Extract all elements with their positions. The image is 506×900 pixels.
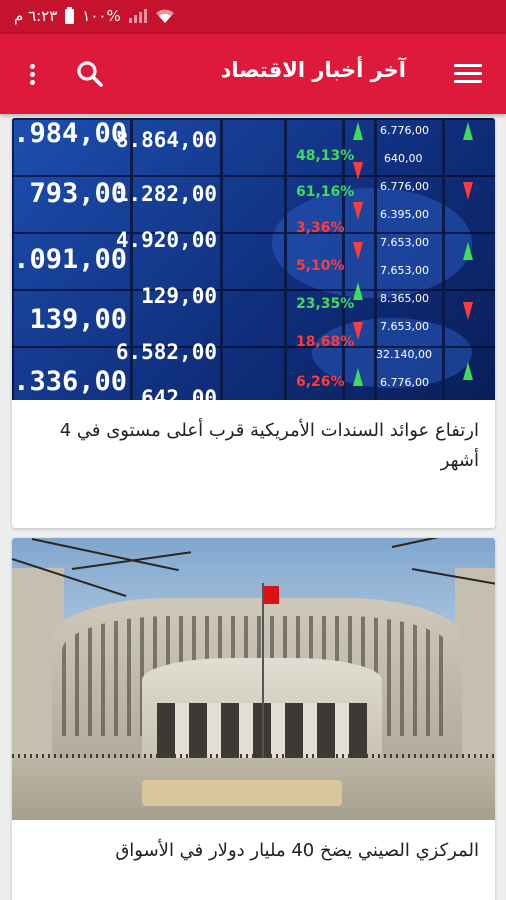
board-percent: 5,10% bbox=[296, 258, 345, 274]
board-value: 139,00 bbox=[29, 304, 127, 335]
board-percent: 3,36% bbox=[296, 220, 345, 236]
board-small-value: 7.653,00 bbox=[380, 236, 429, 249]
up-arrow-icon bbox=[463, 242, 473, 260]
article-title[interactable]: ارتفاع عوائد السندات الأمريكية قرب أعلى … bbox=[28, 416, 479, 476]
board-small-value: 7.653,00 bbox=[380, 264, 429, 277]
board-value: 793,00 bbox=[29, 178, 127, 209]
board-value: 5.336,00 bbox=[12, 366, 127, 397]
menu-icon[interactable] bbox=[454, 64, 482, 84]
status-bar: ٦:٢٣ م ١٠٠% bbox=[0, 0, 506, 34]
board-value: 6.582,00 bbox=[115, 340, 217, 364]
battery-level: ١٠٠% bbox=[82, 7, 121, 25]
board-value: 4.920,00 bbox=[115, 228, 217, 252]
down-arrow-icon bbox=[353, 162, 363, 180]
board-value: 1.282,00 bbox=[115, 182, 217, 206]
board-percent: 18,68% bbox=[296, 334, 355, 350]
signal-icon bbox=[128, 9, 147, 23]
board-small-value: 6.776,00 bbox=[380, 180, 429, 193]
board-value: 642,00 bbox=[141, 386, 217, 400]
board-percent: 48,13% bbox=[296, 148, 355, 164]
flag-icon bbox=[264, 586, 279, 604]
bank-building-scene bbox=[12, 538, 495, 820]
board-small-value: 640,00 bbox=[384, 152, 423, 165]
wifi-icon bbox=[155, 9, 174, 23]
more-vert-icon[interactable] bbox=[22, 58, 42, 90]
board-value: 5.091,00 bbox=[12, 244, 127, 275]
clock: ٦:٢٣ م bbox=[14, 7, 58, 25]
board-small-value: 6.776,00 bbox=[380, 124, 429, 137]
board-value: 5.984,00 bbox=[12, 118, 127, 149]
app-bar: آخر أخبار الاقتصاد bbox=[0, 34, 506, 114]
down-arrow-icon bbox=[353, 322, 363, 340]
stock-board-image: 5.984,00 793,00 5.091,00 139,00 5.336,00… bbox=[12, 118, 495, 400]
up-arrow-icon bbox=[353, 122, 363, 140]
news-card[interactable]: المركزي الصيني يضخ 40 مليار دولار في الأ… bbox=[12, 538, 495, 900]
board-value: 8.864,00 bbox=[115, 128, 217, 152]
app-title: آخر أخبار الاقتصاد bbox=[220, 58, 406, 82]
board-percent: 6,26% bbox=[296, 374, 345, 390]
flagpole bbox=[262, 583, 264, 758]
down-arrow-icon bbox=[463, 302, 473, 320]
board-small-value: 7.653,00 bbox=[380, 320, 429, 333]
board-percent: 23,35% bbox=[296, 296, 355, 312]
board-small-value: 8.365,00 bbox=[380, 292, 429, 305]
up-arrow-icon bbox=[353, 282, 363, 300]
board-percent: 61,16% bbox=[296, 184, 355, 200]
central-bank-building-image bbox=[12, 538, 495, 820]
board-value: 129,00 bbox=[141, 284, 217, 308]
news-card[interactable]: 5.984,00 793,00 5.091,00 139,00 5.336,00… bbox=[12, 118, 495, 528]
up-arrow-icon bbox=[353, 368, 363, 386]
up-arrow-icon bbox=[463, 122, 473, 140]
stock-board: 5.984,00 793,00 5.091,00 139,00 5.336,00… bbox=[12, 118, 495, 400]
article-title[interactable]: المركزي الصيني يضخ 40 مليار دولار في الأ… bbox=[28, 836, 479, 866]
up-arrow-icon bbox=[463, 362, 473, 380]
search-icon[interactable] bbox=[74, 58, 106, 90]
news-feed[interactable]: 5.984,00 793,00 5.091,00 139,00 5.336,00… bbox=[0, 114, 506, 900]
down-arrow-icon bbox=[463, 182, 473, 200]
battery-icon bbox=[65, 6, 75, 24]
down-arrow-icon bbox=[353, 202, 363, 220]
board-small-value: 6.395,00 bbox=[380, 208, 429, 221]
status-indicators: ٦:٢٣ م ١٠٠% bbox=[14, 6, 175, 25]
board-small-value: 32.140,00 bbox=[376, 348, 432, 361]
down-arrow-icon bbox=[353, 242, 363, 260]
board-small-value: 6.776,00 bbox=[380, 376, 429, 389]
